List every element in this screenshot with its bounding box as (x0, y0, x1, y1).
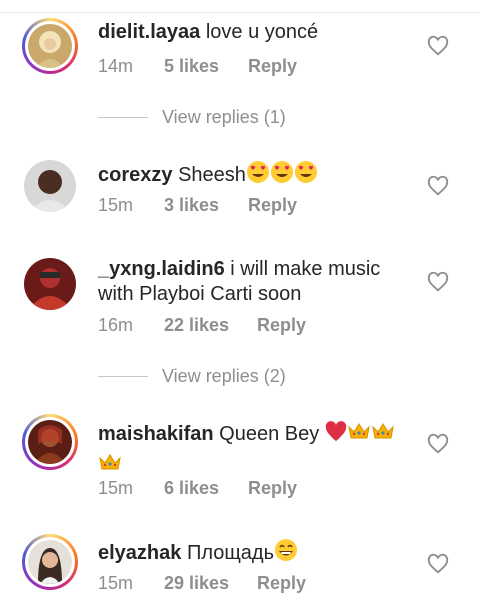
comment-body: love u yoncé (205, 21, 319, 43)
crown-emoji-icon (371, 419, 395, 450)
likes-count[interactable]: 6 likes (164, 476, 219, 500)
heart-eyes-emoji-icon (246, 160, 270, 191)
likes-count[interactable]: 5 likes (164, 54, 219, 78)
red-heart-emoji-icon (325, 421, 347, 450)
username[interactable]: maishakifan (98, 423, 214, 445)
reply-button[interactable]: Reply (257, 313, 306, 337)
comment-text: corexzy Sheesh (98, 160, 398, 191)
timestamp: 14m (98, 56, 134, 76)
reply-button[interactable]: Reply (248, 476, 297, 500)
username[interactable]: elyazhak (98, 542, 181, 564)
crown-emoji-icon (347, 419, 371, 450)
reply-button[interactable]: Reply (248, 193, 297, 217)
comment-body: Sheesh (178, 164, 246, 186)
avatar[interactable] (22, 534, 78, 590)
view-replies-label[interactable]: View replies (1) (162, 106, 286, 128)
comment-text: dielit.layaa love u yoncé (98, 20, 398, 45)
avatar[interactable] (22, 256, 78, 312)
likes-count[interactable]: 22 likes (164, 313, 229, 337)
view-replies-button[interactable]: View replies (1) (98, 106, 398, 128)
divider-line (98, 117, 148, 118)
comment-body: Queen Bey (219, 423, 320, 445)
heart-outline-icon[interactable] (427, 553, 449, 575)
heart-outline-icon[interactable] (427, 175, 449, 197)
timestamp: 15m (98, 195, 134, 215)
username[interactable]: corexzy (98, 164, 173, 186)
timestamp: 15m (98, 478, 134, 498)
comment-text: elyazhak Площадь (98, 538, 398, 569)
likes-count[interactable]: 29 likes (164, 571, 229, 595)
comment-body: Площадь (186, 542, 275, 564)
avatar[interactable] (22, 18, 78, 74)
divider-line (98, 376, 148, 377)
view-replies-label[interactable]: View replies (2) (162, 365, 286, 387)
timestamp: 16m (98, 315, 134, 335)
comment-text: _yxng.laidin6 i will make music with Pla… (98, 257, 398, 307)
comment-text: maishakifan Queen Bey (98, 419, 398, 481)
likes-count[interactable]: 3 likes (164, 193, 219, 217)
reply-button[interactable]: Reply (248, 54, 297, 78)
grinning-face-emoji-icon (274, 538, 298, 569)
heart-outline-icon[interactable] (427, 35, 449, 57)
avatar[interactable] (22, 158, 78, 214)
avatar[interactable] (22, 414, 78, 470)
heart-outline-icon[interactable] (427, 433, 449, 455)
heart-eyes-emoji-icon (294, 160, 318, 191)
reply-button[interactable]: Reply (257, 571, 306, 595)
top-bar (0, 0, 480, 13)
timestamp: 15m (98, 573, 134, 593)
heart-eyes-emoji-icon (270, 160, 294, 191)
view-replies-button[interactable]: View replies (2) (98, 365, 398, 387)
username[interactable]: dielit.layaa (98, 21, 200, 43)
username[interactable]: _yxng.laidin6 (98, 258, 225, 280)
heart-outline-icon[interactable] (427, 271, 449, 293)
